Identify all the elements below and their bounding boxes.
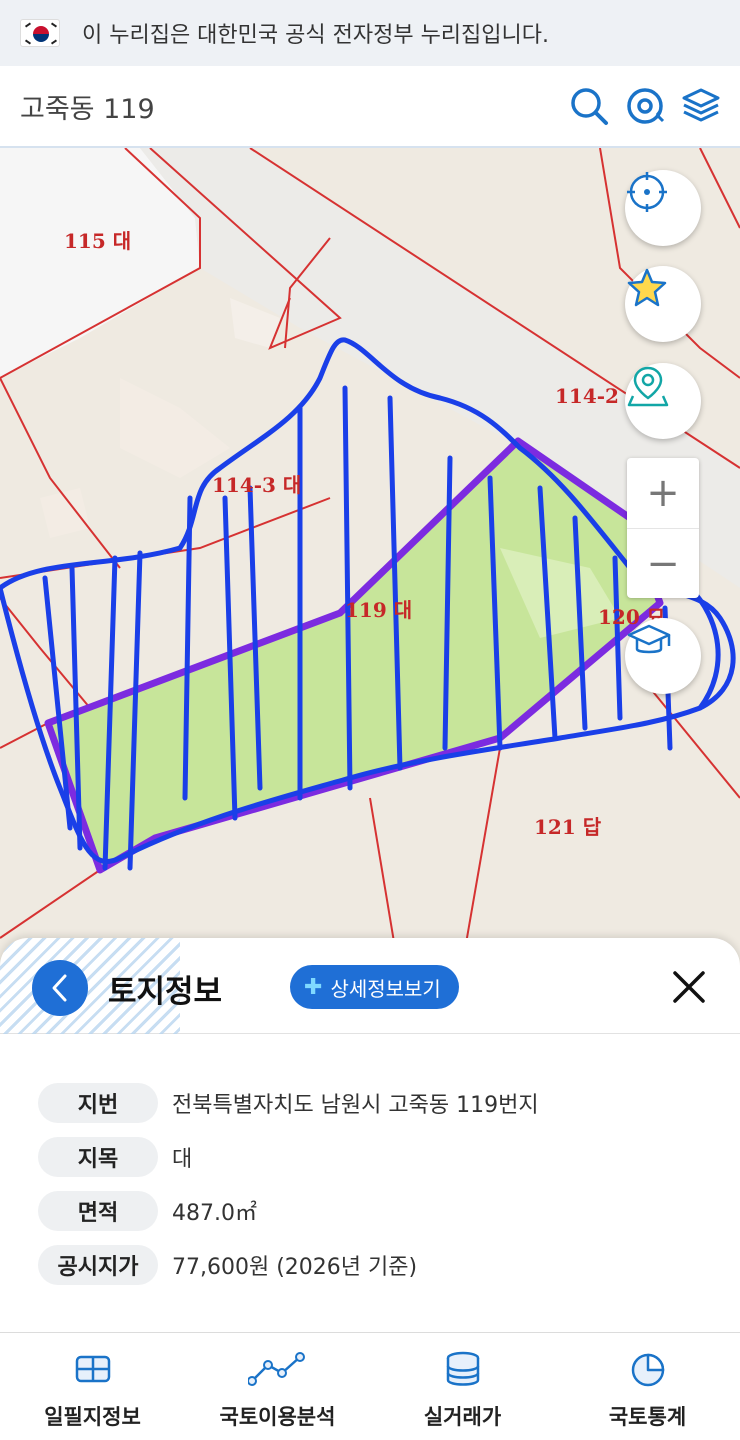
- graduation-cap-icon: [627, 624, 671, 654]
- info-row-land-category: 지목 대: [38, 1136, 539, 1178]
- parcel-label-114-2: 114-2: [555, 384, 619, 408]
- nav-item-land-use-analysis[interactable]: 국토이용분석: [185, 1333, 370, 1440]
- zoom-out-button[interactable]: −: [627, 528, 699, 598]
- gov-banner-text: 이 누리집은 대한민국 공식 전자정부 누리집입니다.: [82, 23, 550, 48]
- current-location-button[interactable]: [625, 170, 701, 246]
- close-icon: [673, 971, 705, 1003]
- search-icon[interactable]: [568, 85, 610, 127]
- building-block: [40, 488, 90, 538]
- parcel-119-fill: [48, 441, 660, 870]
- land-info-panel: 토지정보 ✚ 상세정보보기 지번 전북특별자치도 남원시 고죽동 119번지 지…: [0, 938, 740, 1332]
- detail-info-label: 상세정보보기: [330, 976, 441, 1001]
- info-value: 77,600원 (2026년 기준): [172, 1255, 418, 1280]
- pie-chart-icon: [631, 1353, 664, 1387]
- nav-label: 국토이용분석: [219, 1405, 336, 1429]
- info-label: 지번: [38, 1083, 158, 1123]
- korea-flag-icon: [20, 19, 60, 47]
- favorite-button[interactable]: [625, 266, 701, 342]
- nav-label: 국토통계: [608, 1405, 687, 1429]
- nav-item-real-transaction[interactable]: 실거래가: [370, 1333, 555, 1440]
- search-input[interactable]: 고죽동 119: [20, 87, 568, 126]
- gov-banner: 이 누리집은 대한민국 공식 전자정부 누리집입니다.: [0, 0, 740, 66]
- nav-item-land-statistics[interactable]: 국토통계: [555, 1333, 740, 1440]
- line-graph-icon: [247, 1352, 305, 1386]
- close-button[interactable]: [668, 966, 710, 1008]
- building-block: [120, 378, 230, 478]
- bottom-nav: 일필지정보 국토이용분석 실거래가 국토통계: [0, 1332, 740, 1440]
- info-label: 지목: [38, 1137, 158, 1177]
- map-view[interactable]: 115 대 114-2 114-3 대 119 대 120 묘 121 답 + …: [0, 148, 740, 978]
- map-grid-icon: [75, 1355, 110, 1383]
- info-label: 공시지가: [38, 1245, 158, 1285]
- info-row-area: 면적 487.0㎡: [38, 1190, 539, 1232]
- info-value: 전북특별자치도 남원시 고죽동 119번지: [172, 1093, 539, 1118]
- top-icon-group: [568, 85, 722, 127]
- nav-label: 실거래가: [423, 1405, 502, 1429]
- panel-header: 토지정보 ✚ 상세정보보기: [0, 938, 740, 1034]
- chevron-left-icon: [52, 974, 67, 1002]
- map-pin-icon: [627, 366, 669, 407]
- parcel-label-119: 119 대: [345, 598, 412, 622]
- panel-title: 토지정보: [108, 974, 223, 1010]
- location-target-icon[interactable]: [624, 85, 666, 127]
- parcel-label-121: 121 답: [534, 815, 602, 839]
- layers-icon[interactable]: [680, 85, 722, 127]
- star-icon: [627, 268, 667, 307]
- nav-item-parcel-info[interactable]: 일필지정보: [0, 1333, 185, 1440]
- back-button[interactable]: [32, 960, 88, 1016]
- info-row-lot-number: 지번 전북특별자치도 남원시 고죽동 119번지: [38, 1082, 539, 1124]
- info-list: 지번 전북특별자치도 남원시 고죽동 119번지 지목 대 면적 487.0㎡ …: [38, 1082, 539, 1298]
- detail-info-button[interactable]: ✚ 상세정보보기: [290, 965, 459, 1009]
- plus-icon: ✚: [304, 974, 323, 1000]
- info-value: 대: [172, 1147, 193, 1172]
- current-location-icon: [627, 172, 667, 212]
- education-button[interactable]: [625, 618, 701, 694]
- info-row-official-price: 공시지가 77,600원 (2026년 기준): [38, 1244, 539, 1286]
- zoom-in-button[interactable]: +: [627, 458, 699, 528]
- nav-label: 일필지정보: [44, 1405, 141, 1429]
- map-pin-button[interactable]: [625, 363, 701, 439]
- database-icon: [446, 1351, 479, 1386]
- zoom-controls: + −: [627, 458, 699, 598]
- search-bar: 고죽동 119: [0, 66, 740, 148]
- parcel-label-114-3: 114-3 대: [212, 473, 301, 497]
- info-value: 487.0㎡: [172, 1201, 257, 1226]
- parcel-label-115: 115 대: [64, 229, 131, 253]
- info-label: 면적: [38, 1191, 158, 1231]
